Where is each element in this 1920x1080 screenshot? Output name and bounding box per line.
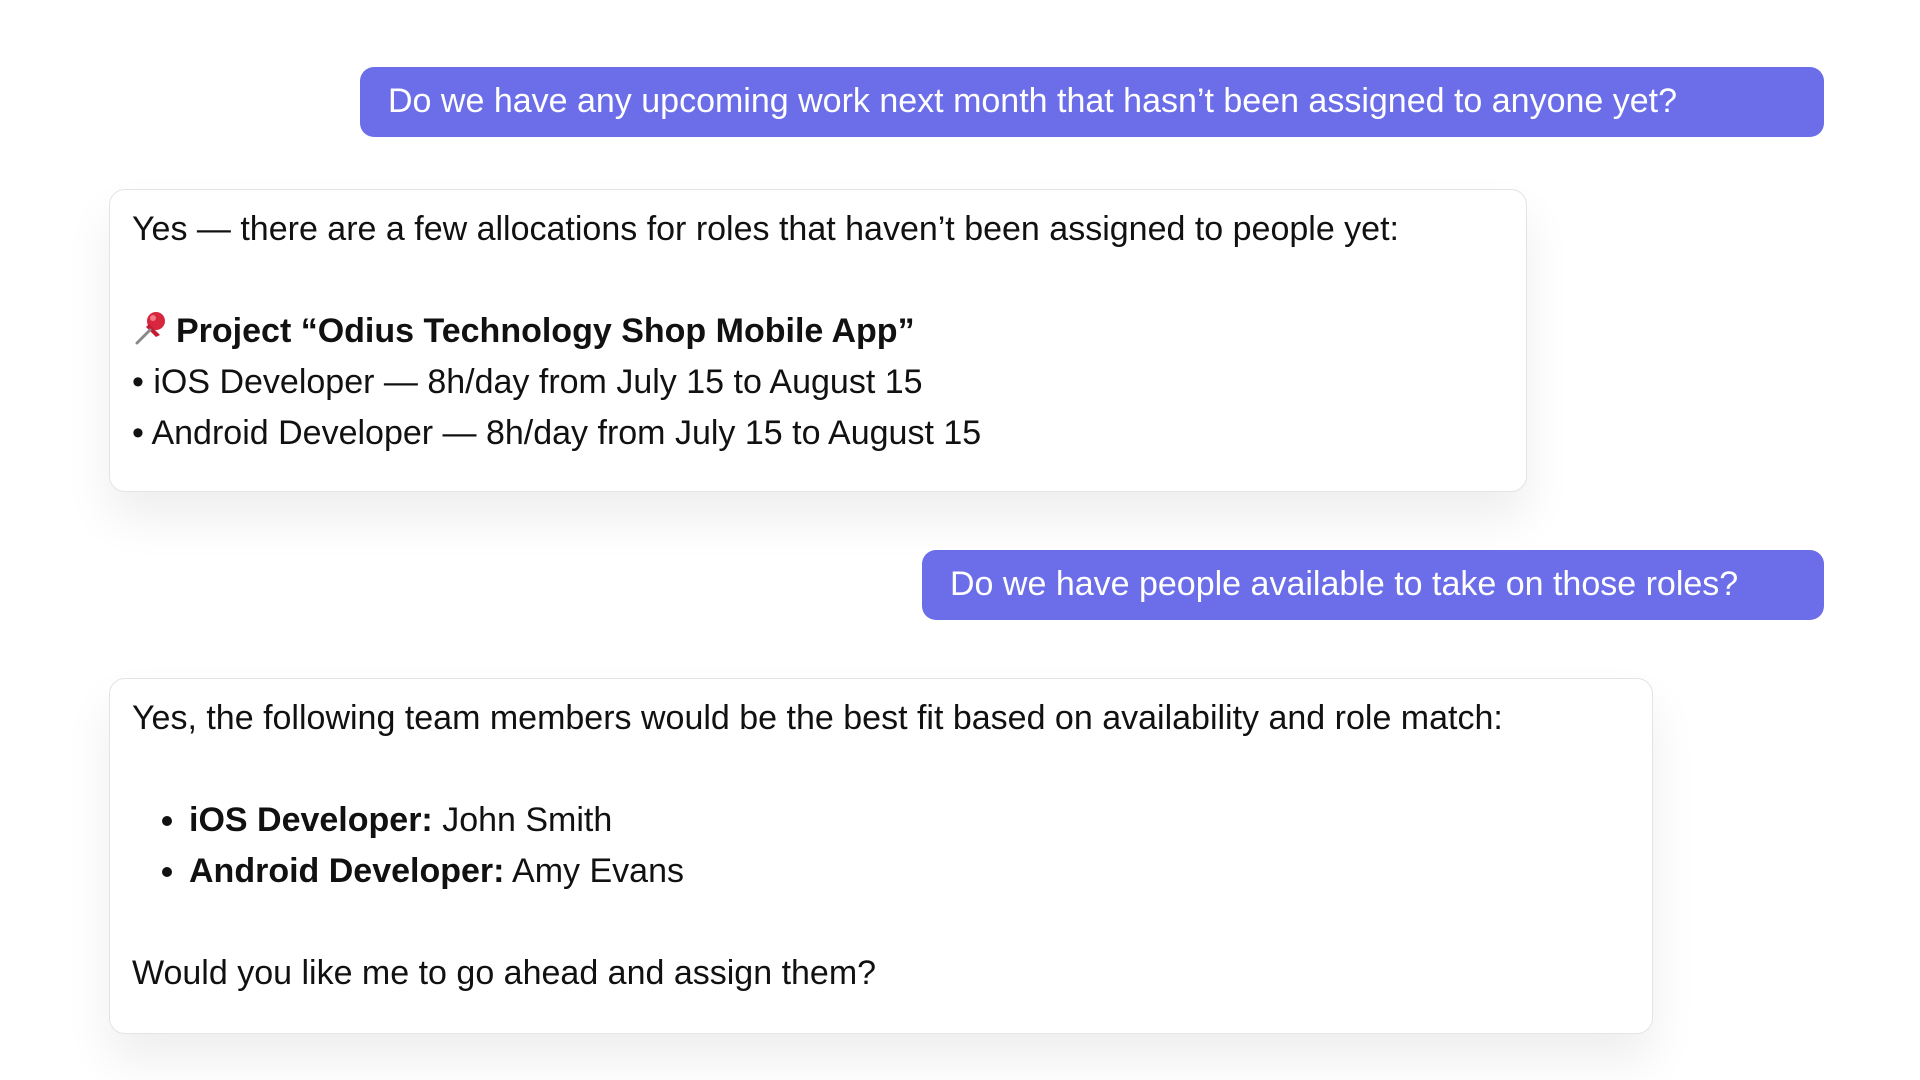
assignment-person: John Smith bbox=[432, 801, 613, 839]
role-item-android: • Android Developer — 8h/day from July 1… bbox=[132, 414, 982, 452]
chat-thread: Do we have any upcoming work next month … bbox=[0, 0, 1920, 1080]
user-message-text: Do we have people available to take on t… bbox=[950, 565, 1739, 603]
list-item: iOS Developer: John Smith bbox=[189, 795, 1630, 846]
user-message-bubble: Do we have any upcoming work next month … bbox=[360, 67, 1824, 137]
role-item-ios: • iOS Developer — 8h/day from July 15 to… bbox=[132, 363, 923, 401]
assignment-role: Android Developer: bbox=[189, 852, 505, 890]
pushpin-icon bbox=[135, 312, 165, 345]
assistant-message-card: Yes — there are a few allocations for ro… bbox=[109, 189, 1527, 492]
assistant-message-card: Yes, the following team members would be… bbox=[109, 678, 1653, 1034]
assistant-message-intro: Yes, the following team members would be… bbox=[132, 699, 1503, 737]
project-heading: Project “Odius Technology Shop Mobile Ap… bbox=[132, 306, 1504, 357]
assignment-list: iOS Developer: John Smith Android Develo… bbox=[132, 795, 1630, 897]
user-message-bubble: Do we have people available to take on t… bbox=[922, 550, 1824, 620]
assistant-message-intro: Yes — there are a few allocations for ro… bbox=[132, 210, 1399, 248]
user-message-text: Do we have any upcoming work next month … bbox=[388, 82, 1678, 120]
assignment-person: Amy Evans bbox=[504, 852, 684, 890]
project-title: Project “Odius Technology Shop Mobile Ap… bbox=[176, 312, 915, 350]
assignment-role: iOS Developer: bbox=[189, 801, 433, 839]
assistant-follow-up-question: Would you like me to go ahead and assign… bbox=[132, 954, 877, 992]
list-item: Android Developer: Amy Evans bbox=[189, 846, 1630, 897]
